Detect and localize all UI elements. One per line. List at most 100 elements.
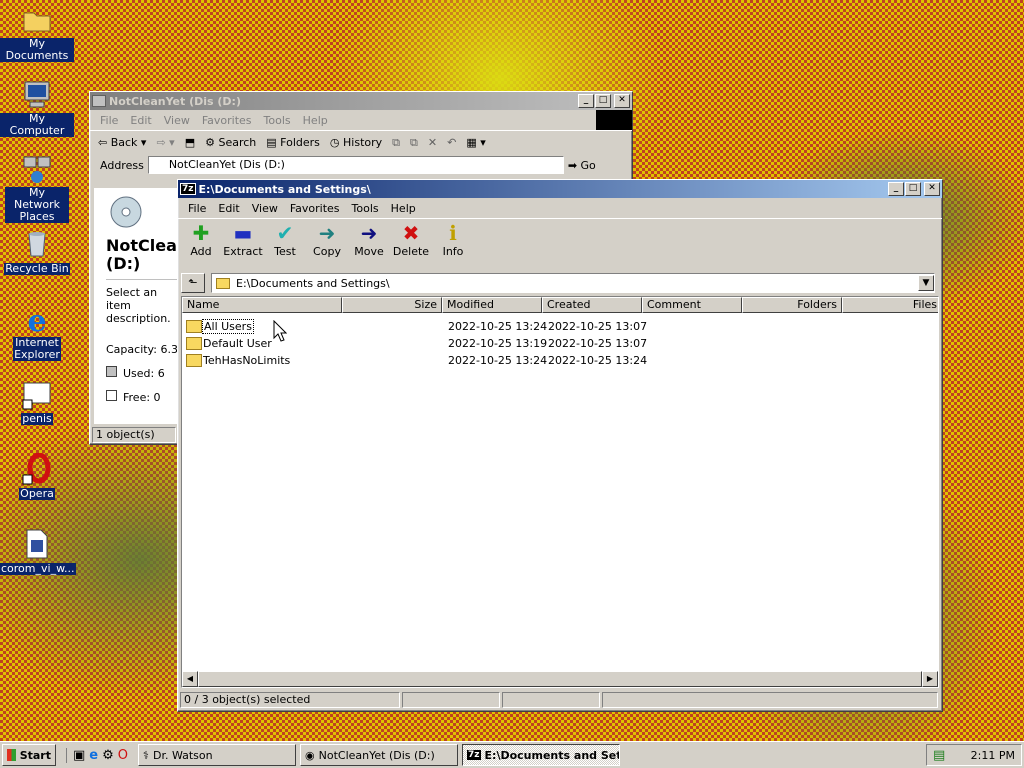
copy-to-icon[interactable]: ⧉	[410, 136, 418, 150]
explorer-toolbar: ⇦ Back ▾ ⇨ ▾ ⬒ ⚙ Search ▤ Folders ◷ Hist…	[90, 130, 632, 154]
desktop-icon-penis[interactable]: penis	[0, 378, 74, 425]
menu-tools[interactable]: Tools	[258, 114, 297, 127]
file-list[interactable]: Name Size Modified Created Comment Folde…	[181, 296, 939, 688]
desktop-icon-internet-explorer[interactable]: e Internet Explorer	[0, 303, 74, 361]
undo-icon[interactable]: ↶	[447, 136, 456, 149]
column-modified[interactable]: Modified	[442, 297, 542, 313]
7zip-icon: 7z	[180, 183, 196, 195]
maximize-button[interactable]: □	[905, 182, 921, 196]
drive-icon: ◉	[305, 748, 315, 762]
folders-button[interactable]: ▤ Folders	[266, 136, 320, 149]
maximize-button[interactable]: □	[595, 94, 611, 108]
desktop-icon-corom[interactable]: corom_vi_w...	[0, 528, 76, 575]
horizontal-scrollbar[interactable]: ◀ ▶	[182, 671, 938, 687]
document-icon	[26, 529, 48, 559]
go-button[interactable]: ➡ Go	[568, 159, 596, 172]
desktop-icon-my-computer[interactable]: My Computer	[0, 79, 74, 137]
sevenzip-status-bar: 0 / 3 object(s) selected	[180, 691, 940, 709]
ie-quicklaunch-icon[interactable]: e	[89, 748, 98, 763]
scroll-left-button[interactable]: ◀	[182, 671, 198, 687]
address-bar: Address NotCleanYet (Dis (D:) ➡ Go	[90, 154, 632, 176]
folder-icon	[23, 12, 51, 32]
opera-icon	[22, 453, 51, 485]
add-button[interactable]: ✚ Add	[180, 221, 222, 268]
desktop-icon-my-network-places[interactable]: My Network Places	[0, 153, 74, 223]
desktop-icon-opera[interactable]: Opera	[0, 453, 74, 500]
free-swatch	[106, 390, 117, 401]
recycle-bin-icon	[28, 232, 46, 257]
path-bar: ⬑ E:\Documents and Settings\ ▼	[181, 272, 935, 294]
close-button[interactable]: ✕	[924, 182, 940, 196]
path-dropdown-button[interactable]: ▼	[918, 275, 934, 291]
menu-favorites[interactable]: Favorites	[196, 114, 258, 127]
forward-button[interactable]: ⇨ ▾	[156, 136, 174, 149]
column-name[interactable]: Name	[182, 297, 342, 313]
explorer-title-bar[interactable]: NotCleanYet (Dis (D:) _ □ ✕	[90, 92, 632, 110]
task-7zip[interactable]: 7z E:\Documents and Set...	[462, 744, 621, 766]
panel-hint: Select an item description.	[106, 286, 171, 325]
explorer-status-bar: 1 object(s)	[92, 427, 176, 443]
sevenzip-title-bar[interactable]: 7z E:\Documents and Settings\ _ □ ✕	[178, 180, 942, 198]
quick-launch: ▣ e ⚙ O	[66, 747, 128, 763]
search-button[interactable]: ⚙ Search	[205, 136, 256, 149]
network-quicklaunch-icon[interactable]: ⚙	[102, 748, 114, 763]
path-input[interactable]: E:\Documents and Settings\ ▼	[211, 273, 935, 293]
copy-button[interactable]: ➜ Copy	[306, 221, 348, 268]
copy-icon: ➜	[318, 221, 336, 245]
menu-edit[interactable]: Edit	[124, 114, 157, 127]
history-button[interactable]: ◷ History	[330, 136, 382, 149]
views-button[interactable]: ▦ ▾	[466, 136, 485, 149]
test-button[interactable]: ✔ Test	[264, 221, 306, 268]
scroll-thumb[interactable]	[198, 671, 922, 687]
column-folders[interactable]: Folders	[742, 297, 842, 313]
move-button[interactable]: ➜ Move	[348, 221, 390, 268]
menu-view[interactable]: View	[246, 202, 284, 215]
column-size[interactable]: Size	[342, 297, 442, 313]
menu-file[interactable]: File	[94, 114, 124, 127]
sevenzip-toolbar: ✚ Add ▬ Extract ✔ Test ➜ Copy ➜ Move ✖ Delete …	[178, 218, 942, 268]
task-notcleanyet[interactable]: ◉ NotCleanYet (Dis (D:)	[300, 744, 459, 766]
menu-tools[interactable]: Tools	[346, 202, 385, 215]
address-input[interactable]: NotCleanYet (Dis (D:)	[147, 156, 564, 174]
show-desktop-icon[interactable]: ▣	[73, 748, 85, 763]
shortcut-icon	[22, 382, 51, 410]
start-button[interactable]: Start	[2, 744, 56, 766]
scroll-right-button[interactable]: ▶	[922, 671, 938, 687]
clock[interactable]: 2:11 PM	[971, 749, 1015, 762]
menu-edit[interactable]: Edit	[212, 202, 245, 215]
minimize-button[interactable]: _	[888, 182, 904, 196]
used-swatch	[106, 366, 117, 377]
menu-view[interactable]: View	[158, 114, 196, 127]
network-tray-icon[interactable]: ▤	[933, 748, 945, 763]
column-created[interactable]: Created	[542, 297, 642, 313]
folder-icon	[186, 337, 202, 350]
desktop-icon-recycle-bin[interactable]: Recycle Bin	[0, 228, 74, 275]
table-row[interactable]: TehHasNoLimits 2022-10-25 13:24 2022-10-…	[186, 352, 938, 369]
explorer-menu-bar: File Edit View Favorites Tools Help	[90, 110, 632, 130]
sevenzip-window[interactable]: 7z E:\Documents and Settings\ _ □ ✕ File…	[177, 179, 943, 712]
folder-icon	[216, 277, 230, 289]
menu-help[interactable]: Help	[297, 114, 334, 127]
menu-favorites[interactable]: Favorites	[284, 202, 346, 215]
parent-folder-button[interactable]: ⬑	[181, 273, 205, 293]
table-row[interactable]: All Users 2022-10-25 13:24 2022-10-25 13…	[186, 318, 938, 335]
delete-button[interactable]: ✖ Delete	[390, 221, 432, 268]
column-comment[interactable]: Comment	[642, 297, 742, 313]
opera-quicklaunch-icon[interactable]: O	[118, 748, 128, 763]
table-row[interactable]: Default User 2022-10-25 13:19 2022-10-25…	[186, 335, 938, 352]
menu-file[interactable]: File	[182, 202, 212, 215]
extract-button[interactable]: ▬ Extract	[222, 221, 264, 268]
menu-help[interactable]: Help	[385, 202, 422, 215]
desktop-icon-my-documents[interactable]: My Documents	[0, 4, 74, 62]
up-folder-icon[interactable]: ⬒	[185, 136, 195, 149]
back-button[interactable]: ⇦ Back ▾	[98, 136, 146, 149]
minimize-button[interactable]: _	[578, 94, 594, 108]
ie-icon: e	[27, 304, 46, 335]
mouse-cursor-icon	[273, 320, 287, 342]
column-files[interactable]: Files	[842, 297, 938, 313]
delete-icon[interactable]: ✕	[428, 136, 437, 149]
info-button[interactable]: ℹ Info	[432, 221, 474, 268]
move-to-icon[interactable]: ⧉	[392, 136, 400, 150]
close-button[interactable]: ✕	[614, 94, 630, 108]
task-dr-watson[interactable]: ⚕ Dr. Watson	[138, 744, 297, 766]
